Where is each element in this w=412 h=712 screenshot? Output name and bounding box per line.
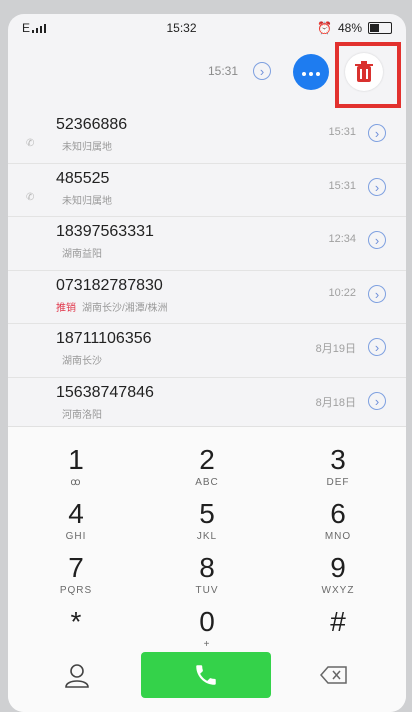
call-location-text: 未知归属地: [62, 142, 112, 153]
top-call-time: 15:31: [208, 64, 239, 78]
bottom-action-bar: [8, 650, 406, 712]
key-letters: GHI: [65, 531, 87, 542]
call-time: 15:31: [328, 179, 356, 192]
call-number: 52366886: [56, 116, 128, 133]
call-button[interactable]: [141, 652, 271, 698]
phone-icon: [196, 665, 216, 685]
call-log-row[interactable]: 18711106356 湖南长沙 8月19日 ›: [8, 324, 406, 378]
signal-icon: [32, 23, 47, 33]
chevron-right-icon[interactable]: ›: [368, 124, 386, 142]
phone-icon: ✆: [26, 191, 35, 203]
key-7[interactable]: 7 PQRS: [10, 553, 142, 605]
key-digit: 8: [199, 552, 215, 583]
phone-icon: ✆: [26, 138, 35, 149]
key-letters: JKL: [196, 531, 218, 542]
key-digit: #: [330, 606, 346, 637]
call-location: 湖南益阳: [56, 245, 102, 260]
chevron-right-icon[interactable]: ›: [368, 338, 386, 356]
call-log-row[interactable]: 073182787830 推销 湖南长沙/湘潭/株洲 10:22 ›: [8, 271, 406, 324]
key-letters: PQRS: [59, 585, 93, 596]
call-location-text: 湖南益阳: [62, 249, 102, 260]
call-location-text: 未知归属地: [62, 195, 112, 207]
key-letters: ABC: [195, 477, 219, 488]
key-letters: +: [203, 639, 211, 650]
call-number: 18397563331: [56, 223, 154, 240]
call-tag: 推销: [56, 302, 76, 314]
key-9[interactable]: 9 WXYZ: [272, 553, 404, 605]
key-5[interactable]: 5 JKL: [141, 499, 273, 551]
chevron-right-icon[interactable]: ›: [368, 177, 386, 196]
key-digit: 3: [330, 444, 346, 475]
call-log-row[interactable]: 15638747846 河南洛阳 8月18日 ›: [8, 378, 406, 431]
key-letters: WXYZ: [321, 585, 355, 596]
key-1[interactable]: 1ꝏ: [10, 445, 142, 497]
status-bar: E 15:32 ⏰ 48%: [8, 14, 406, 42]
key-digit: *: [70, 606, 82, 637]
chevron-right-icon[interactable]: ›: [368, 391, 386, 410]
call-location: 湖南长沙: [56, 352, 102, 367]
key-digit: 5: [199, 498, 215, 529]
phone-screen: E 15:32 ⏰ 48% 15:31 › ✆ 52366886 未知归属地 1…: [8, 14, 406, 712]
call-number: 18711106356: [56, 330, 152, 347]
call-time: 10:22: [328, 286, 356, 299]
call-number: 485525: [56, 169, 110, 187]
call-time: 15:31: [328, 126, 356, 138]
battery-percent: 48%: [337, 21, 362, 35]
call-time: 8月19日: [315, 343, 356, 355]
backspace-icon[interactable]: [320, 666, 348, 684]
call-location: 未知归属地: [56, 192, 112, 207]
key-letters: TUV: [195, 585, 219, 596]
top-call-bar: 15:31 ›: [8, 42, 406, 112]
key-letters: MNO: [324, 531, 352, 542]
call-location: 推销 湖南长沙/湘潭/株洲: [56, 299, 168, 314]
call-location-text: 湖南长沙: [62, 356, 102, 367]
key-digit: 1: [68, 444, 84, 475]
key-4[interactable]: 4 GHI: [10, 499, 142, 551]
call-log-list: ✆ 52366886 未知归属地 15:31 › ✆ 485525 未知归属地 …: [8, 110, 406, 430]
key-digit: 0: [199, 606, 215, 637]
key-digit: 2: [199, 444, 215, 475]
message-icon: [301, 63, 322, 81]
chevron-right-icon[interactable]: ›: [368, 231, 386, 249]
signal-indicator: E: [22, 21, 47, 35]
call-time: 12:34: [328, 233, 356, 245]
call-log-row[interactable]: 18397563331 湖南益阳 12:34 ›: [8, 217, 406, 271]
key-digit: 7: [68, 552, 84, 583]
alarm-icon: ⏰: [317, 21, 332, 35]
key-digit: 6: [330, 498, 346, 529]
delete-button[interactable]: [345, 53, 383, 91]
key-letters: DEF: [326, 477, 350, 488]
key-digit: 9: [330, 552, 346, 583]
key-8[interactable]: 8 TUV: [141, 553, 273, 605]
call-log-row[interactable]: ✆ 485525 未知归属地 15:31 ›: [8, 164, 406, 217]
chevron-right-icon[interactable]: ›: [253, 62, 271, 80]
key-digit: 4: [68, 498, 84, 529]
call-location: 河南洛阳: [56, 406, 102, 421]
battery-icon: [368, 22, 392, 34]
key-6[interactable]: 6 MNO: [272, 499, 404, 551]
status-right: ⏰ 48%: [317, 21, 392, 35]
call-location-text: 河南洛阳: [62, 409, 102, 421]
call-location: 未知归属地: [56, 138, 112, 153]
message-button[interactable]: [293, 54, 329, 90]
call-log-row[interactable]: ✆ 52366886 未知归属地 15:31 ›: [8, 110, 406, 164]
key-2[interactable]: 2 ABC: [141, 445, 273, 497]
voicemail-icon: ꝏ: [70, 477, 82, 488]
status-time: 15:32: [166, 21, 197, 35]
trash-icon: [355, 61, 373, 82]
key-3[interactable]: 3 DEF: [272, 445, 404, 497]
call-number: 073182787830: [56, 276, 163, 294]
call-time: 8月18日: [315, 396, 356, 409]
carrier-label: E: [22, 21, 31, 35]
call-number: 15638747846: [56, 383, 154, 401]
call-location-text: 湖南长沙/湘潭/株洲: [82, 302, 168, 314]
contacts-icon[interactable]: [64, 662, 90, 688]
chevron-right-icon[interactable]: ›: [368, 284, 386, 303]
